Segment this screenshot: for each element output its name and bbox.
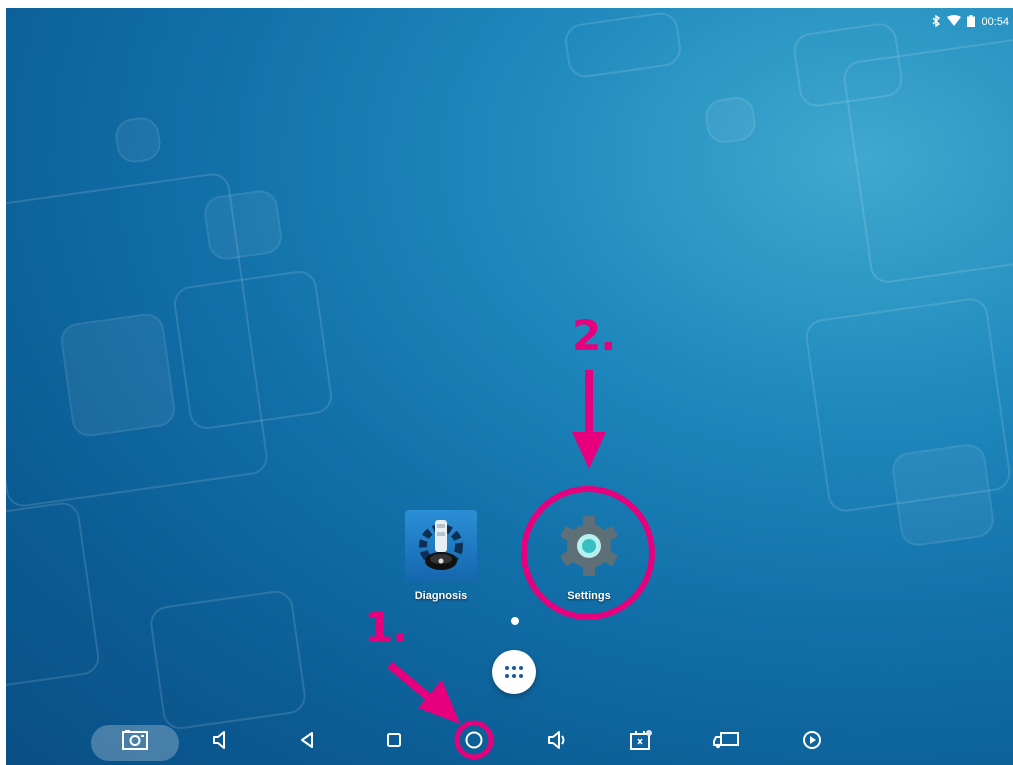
diagnosis-app-icon	[405, 510, 477, 582]
app-drawer-icon[interactable]	[492, 650, 536, 694]
wallpaper-square	[562, 10, 684, 80]
step-1-label: 1.	[364, 603, 408, 652]
app-label: Settings	[567, 590, 611, 602]
volume-up-icon[interactable]	[539, 723, 575, 757]
page-indicator-dot	[511, 617, 519, 625]
wallpaper-square	[6, 500, 102, 690]
play-icon[interactable]	[794, 723, 830, 757]
app-settings[interactable]: Settings	[544, 510, 634, 602]
truck-icon[interactable]	[708, 723, 744, 757]
wallpaper-square	[791, 21, 905, 109]
wallpaper-square	[201, 188, 285, 262]
wallpaper-square	[703, 94, 758, 146]
step-2-arrow	[572, 370, 606, 469]
navigation-bar	[6, 715, 1013, 765]
back-icon[interactable]	[289, 723, 325, 757]
wallpaper-square	[148, 588, 308, 732]
status-time: 00:54	[981, 16, 1009, 28]
app-label: Diagnosis	[414, 590, 468, 602]
battery-icon	[967, 14, 976, 30]
app-diagnosis[interactable]: Diagnosis	[396, 510, 486, 602]
wallpaper-square	[58, 311, 178, 439]
status-bar: 00:54	[932, 8, 1013, 36]
screenshot-icon[interactable]	[117, 723, 153, 757]
home-icon[interactable]	[456, 723, 492, 757]
wallpaper-square	[889, 441, 997, 549]
wifi-icon	[947, 14, 962, 30]
bluetooth-icon	[932, 14, 941, 30]
wallpaper-square	[113, 115, 163, 165]
vci-icon[interactable]	[623, 723, 659, 757]
step-2-label: 2.	[572, 311, 616, 360]
recents-icon[interactable]	[376, 723, 412, 757]
wallpaper-square	[171, 268, 335, 432]
gear-icon	[553, 510, 625, 582]
android-home-screen: 00:54 Diagnosis Settings 2. 1.	[6, 8, 1013, 765]
volume-down-icon[interactable]	[202, 723, 238, 757]
